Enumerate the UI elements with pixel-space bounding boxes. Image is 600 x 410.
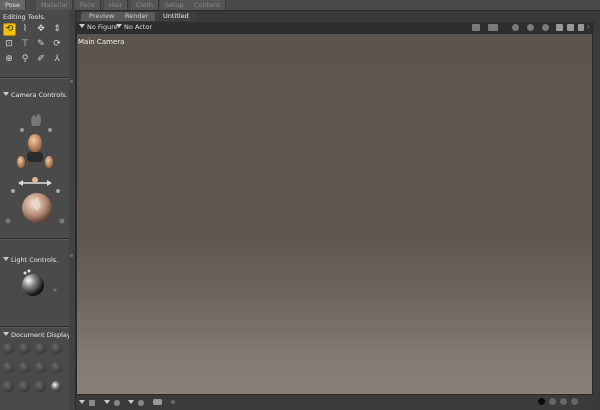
- memory-dot-2[interactable]: [549, 398, 556, 405]
- tab-setup[interactable]: Setup: [160, 0, 190, 10]
- tab-untitled[interactable]: Untitled: [155, 12, 197, 21]
- camera-name-label: Main Camera: [78, 38, 125, 46]
- flyaround-icon[interactable]: [20, 128, 52, 132]
- divider: [0, 326, 69, 328]
- fly-icon[interactable]: [556, 24, 563, 31]
- display-style-smooth-lined-icon[interactable]: [19, 381, 30, 392]
- element-display-dropdown[interactable]: [128, 399, 145, 407]
- dropdown-arrow-icon: [79, 400, 85, 404]
- display-style-lined-icon[interactable]: [3, 362, 14, 373]
- color-icon[interactable]: ✎: [35, 38, 47, 50]
- toolbar-overflow-icon[interactable]: ›: [587, 24, 590, 31]
- scale-camera-icon[interactable]: [11, 189, 15, 193]
- display-style-cartoon-icon[interactable]: [35, 362, 46, 373]
- camera-trackball[interactable]: [22, 193, 52, 223]
- display-style-hidden-line-icon[interactable]: [51, 343, 62, 354]
- display-style-smooth-icon[interactable]: [51, 362, 62, 373]
- dropdown-arrow-icon: [116, 24, 122, 28]
- camera-controls-title[interactable]: Camera Controls.: [3, 91, 68, 99]
- area-render-icon[interactable]: [542, 24, 549, 31]
- gutter-grip-icon[interactable]: [70, 254, 73, 257]
- display-style-shaded-icon[interactable]: [35, 381, 46, 392]
- collapse-triangle-icon: [3, 92, 9, 96]
- render-icon[interactable]: [512, 24, 519, 31]
- tab-pose[interactable]: Pose: [0, 0, 27, 10]
- taper-icon[interactable]: ⊡: [3, 38, 15, 50]
- left-panel: Editing Tools. ⟲ ⌇ ✥ ⇕ ⊡ ⊤ ✎ ⟳ ⊕ ⚲ ✐ ⅄ C…: [0, 10, 77, 410]
- move-xyz-icon[interactable]: [567, 24, 574, 31]
- view-magnifier-icon[interactable]: ⊕: [3, 53, 15, 65]
- memory-dot-3[interactable]: [560, 398, 567, 405]
- rotate-left-icon[interactable]: [5, 218, 11, 224]
- display-style-silhouette-icon[interactable]: [3, 343, 14, 354]
- face-camera-icon[interactable]: [27, 134, 43, 162]
- preview-icon[interactable]: [527, 24, 534, 31]
- morph-brush-icon[interactable]: ⚲: [19, 53, 31, 65]
- light-trackball[interactable]: [22, 274, 44, 296]
- memory-dot-1[interactable]: [538, 398, 545, 405]
- camera-icon[interactable]: [472, 24, 480, 31]
- dropdown-arrow-icon: [79, 24, 85, 28]
- element-style-icon: [138, 400, 145, 406]
- pan-arrows-icon[interactable]: [18, 177, 52, 186]
- editing-tools-title[interactable]: Editing Tools.: [3, 13, 46, 21]
- 3d-viewport[interactable]: [76, 33, 593, 395]
- divider: [0, 77, 69, 79]
- tab-hair[interactable]: Hair: [104, 0, 129, 10]
- dropdown-arrow-icon: [128, 400, 134, 404]
- display-style-texture-icon[interactable]: [3, 381, 14, 392]
- display-style-outline-icon[interactable]: [19, 343, 30, 354]
- right-edge: [594, 22, 600, 410]
- light-indicator-icon[interactable]: [23, 271, 27, 275]
- display-mode-dropdown[interactable]: [79, 399, 96, 407]
- figure-display-dropdown[interactable]: [104, 399, 121, 407]
- multi-view-icon[interactable]: [488, 24, 498, 31]
- actor-dropdown[interactable]: No Actor: [116, 22, 152, 33]
- viewport-toolbar: No Figure No Actor ›: [76, 22, 594, 33]
- dropdown-arrow-icon: [104, 400, 110, 404]
- rotate-icon[interactable]: ⟲: [3, 23, 16, 36]
- box-icon: [89, 400, 96, 406]
- direct-manipulation-icon[interactable]: ✐: [35, 53, 47, 65]
- display-style-flat-icon[interactable]: [19, 362, 30, 373]
- tab-content[interactable]: Content: [189, 0, 226, 10]
- tab-face[interactable]: Face: [75, 0, 101, 10]
- select-camera-hand-icon[interactable]: [31, 114, 42, 126]
- tab-material[interactable]: Material: [36, 0, 74, 10]
- left-hand-camera-icon[interactable]: [17, 156, 25, 168]
- chain-break-icon[interactable]: ⊤: [19, 38, 31, 50]
- divider: [0, 238, 69, 240]
- light-properties-icon[interactable]: [53, 288, 57, 292]
- translate-icon[interactable]: ✥: [35, 23, 47, 35]
- grouping-icon[interactable]: ⟳: [51, 38, 63, 50]
- tab-cloth[interactable]: Cloth: [131, 0, 159, 10]
- gutter-grip-icon[interactable]: [70, 80, 73, 83]
- scale-icon[interactable]: ⇕: [51, 23, 63, 35]
- rotate-right-icon[interactable]: [59, 218, 65, 224]
- figure-dropdown[interactable]: No Figure: [79, 22, 118, 33]
- display-style-texture-shaded-icon[interactable]: [51, 381, 62, 392]
- twist-icon[interactable]: ⌇: [19, 23, 31, 35]
- figure-style-icon: [114, 400, 121, 406]
- right-hand-camera-icon[interactable]: [45, 156, 53, 168]
- light-indicator-icon[interactable]: [27, 269, 31, 273]
- collapse-triangle-icon: [3, 257, 9, 261]
- panel-gutter: [69, 10, 76, 410]
- tab-render[interactable]: Render: [117, 12, 157, 21]
- display-style-wireframe-icon[interactable]: [35, 343, 46, 354]
- light-controls-title[interactable]: Light Controls.: [3, 256, 58, 264]
- light-controls-widget: [22, 269, 57, 296]
- tracking-icon[interactable]: [171, 400, 175, 404]
- orbit-icon[interactable]: [578, 24, 584, 31]
- move-camera-icon[interactable]: [56, 189, 60, 193]
- camera-controls-widget: [5, 114, 65, 224]
- viewport-bottom-bar: [76, 395, 594, 410]
- depth-cue-icon[interactable]: [153, 399, 162, 405]
- document-display-title[interactable]: Document Display S: [3, 331, 77, 339]
- collapse-triangle-icon: [3, 332, 9, 336]
- memory-dot-4[interactable]: [571, 398, 578, 405]
- room-tabs-bar: Pose Material Face Hair Cloth Setup Cont…: [0, 0, 600, 11]
- selection-icon[interactable]: ⅄: [51, 53, 63, 65]
